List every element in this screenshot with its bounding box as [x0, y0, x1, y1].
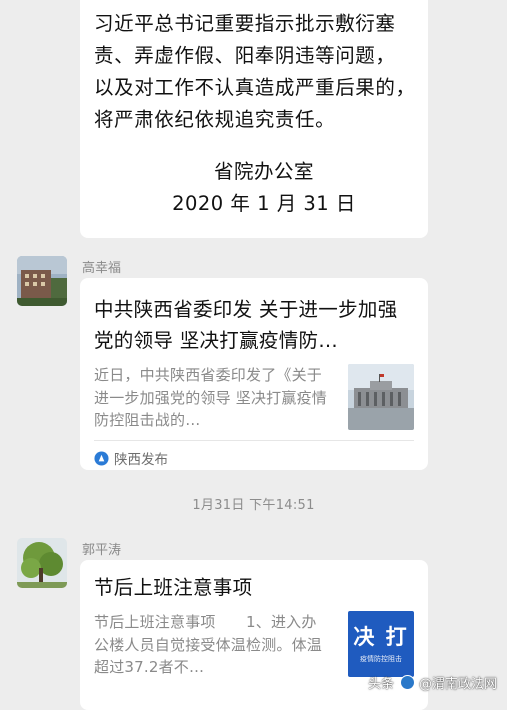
avatar-gao-xingfu[interactable] [17, 256, 67, 306]
link-card-description: 近日，中共陕西省委印发了《关于进一步加强党的领导 坚决打赢疫情防控阻击战的… [94, 366, 327, 429]
avatar-guo-pingtao[interactable] [17, 538, 67, 588]
official-account-icon [94, 450, 109, 466]
link-card-thumbnail: 决 打 疫情防控阻击 [348, 611, 414, 677]
thumbnail-subtext: 疫情防控阻击 [360, 655, 402, 663]
source-name: 陕西发布 [114, 452, 168, 468]
sender-name: 高幸福 [82, 261, 122, 276]
watermark-prefix: 头条 [367, 677, 394, 692]
link-card-title: 中共陕西省委印发 关于进一步加强党的领导 坚决打赢疫情防… [94, 298, 398, 352]
link-card-thumbnail [348, 364, 414, 430]
link-card-description: 节后上班注意事项 1、进入办公楼人员自觉接受体温检测。体温超过37.2者不… [94, 613, 323, 676]
message-date: 2020 年 1 月 31 日 [172, 192, 356, 215]
government-building-photo-icon [348, 364, 414, 430]
building-photo-icon [17, 256, 67, 306]
tree-photo-icon [17, 538, 67, 588]
message-text: 习近平总书记重要指示批示敷衍塞 责、弄虚作假、阳奉阴违等问题， 以及对工作不认真… [94, 12, 416, 131]
text-message-bubble[interactable]: 习近平总书记重要指示批示敷衍塞 责、弄虚作假、阳奉阴违等问题， 以及对工作不认真… [80, 0, 428, 238]
link-card-title: 节后上班注意事项 [94, 576, 253, 599]
link-card-shaanxi[interactable]: 中共陕西省委印发 关于进一步加强党的领导 坚决打赢疫情防… 近日，中共陕西省委印… [80, 278, 428, 470]
thumbnail-headline: 决 打 [353, 625, 409, 649]
link-card-source[interactable]: 陕西发布 [94, 441, 414, 475]
watermark-account: @渭南政法网 [418, 677, 497, 692]
message-signature: 省院办公室 [213, 160, 314, 183]
account-logo-icon [399, 675, 415, 690]
watermark: 头条 @渭南政法网 [368, 673, 497, 692]
sender-name: 郭平涛 [82, 543, 122, 558]
chat-timestamp: 1月31日 下午14:51 [192, 498, 315, 513]
